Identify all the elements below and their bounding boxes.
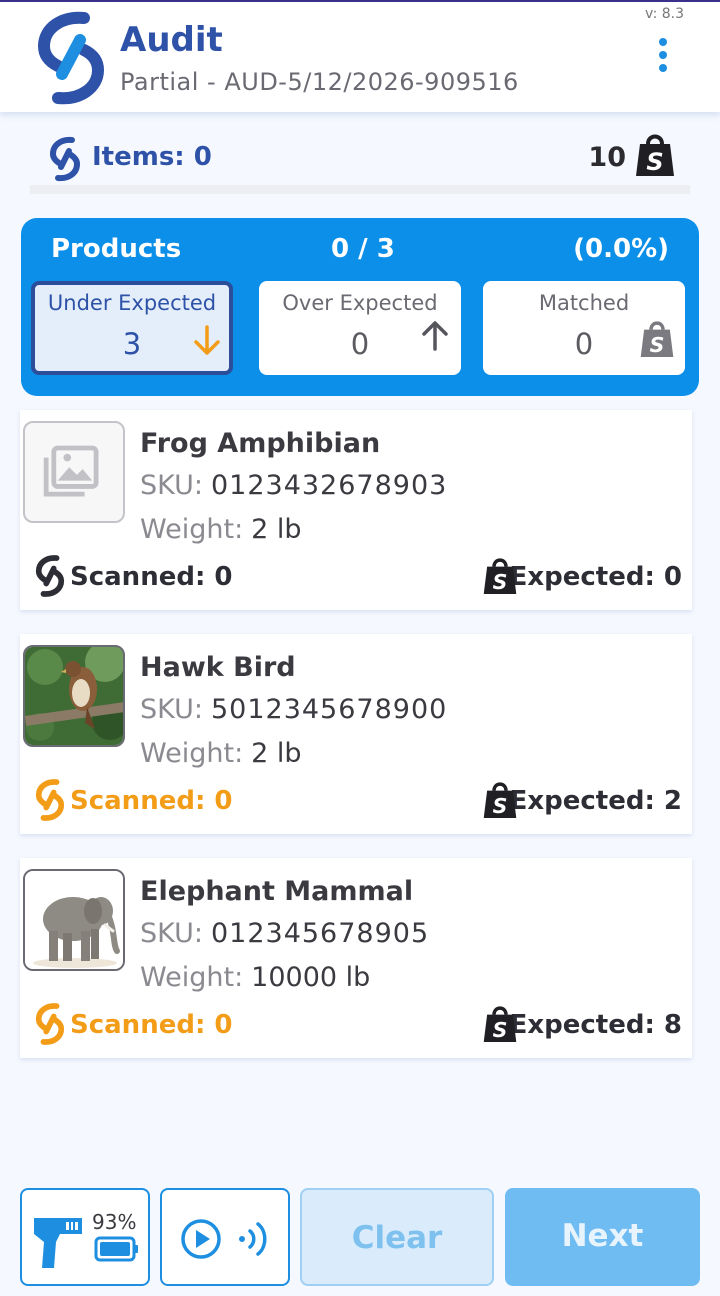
scan-logo-icon	[35, 555, 65, 597]
image-placeholder-icon	[23, 421, 125, 523]
play-circle-icon	[181, 1219, 221, 1259]
scanner-gun-icon	[34, 1218, 82, 1268]
svg-text:S: S	[493, 1018, 508, 1042]
product-card[interactable]: Elephant Mammal SKU: 012345678905 Weight:…	[20, 858, 692, 1058]
shopping-bag-icon: S	[636, 134, 674, 176]
hawk-photo	[23, 645, 125, 747]
audit-subtitle: Partial - AUD-5/12/2026-909516	[120, 68, 519, 96]
product-name: Elephant Mammal	[140, 876, 414, 907]
signal-icon	[239, 1222, 267, 1256]
stat-label: Matched	[538, 291, 630, 315]
clear-button[interactable]: Clear	[300, 1188, 494, 1286]
product-name: Hawk Bird	[140, 652, 296, 683]
product-card[interactable]: Hawk Bird SKU: 5012345678900 Weight: 2 lb …	[20, 634, 692, 834]
products-summary: Products 0 / 3 (0.0%) Under Expected 3 O…	[21, 218, 699, 396]
stat-label: Under Expected	[47, 291, 217, 315]
product-weight: Weight: 10000 lb	[140, 962, 371, 993]
filter-over-expected[interactable]: Over Expected 0	[259, 281, 461, 375]
expected-count: S Expected: 0	[483, 556, 682, 596]
svg-text:S: S	[646, 148, 663, 176]
arrow-up-icon	[422, 321, 448, 351]
product-weight: Weight: 2 lb	[140, 738, 302, 769]
expected-count: S Expected: 2	[483, 780, 682, 820]
items-divider	[30, 185, 690, 194]
summary-percent: (0.0%)	[573, 234, 669, 264]
summary-ratio: 0 / 3	[331, 234, 395, 264]
shopping-bag-icon: S	[483, 558, 517, 594]
product-sku: SKU: 5012345678900	[140, 694, 448, 725]
arrow-down-icon	[194, 325, 220, 355]
product-weight: Weight: 2 lb	[140, 514, 302, 545]
items-label: Items: 0	[92, 142, 212, 172]
items-count: 10	[588, 142, 626, 173]
svg-text:S: S	[493, 570, 508, 594]
product-sku: SKU: 012345678905	[140, 918, 430, 949]
app-logo-icon	[37, 11, 104, 105]
battery-icon	[94, 1236, 138, 1262]
shopping-bag-icon: S	[483, 782, 517, 818]
battery-percent: 93%	[92, 1210, 137, 1234]
next-button[interactable]: Next	[505, 1188, 700, 1286]
scan-logo-icon	[35, 1003, 65, 1045]
page-title: Audit	[120, 20, 223, 60]
filter-under-expected[interactable]: Under Expected 3	[31, 281, 233, 375]
version-label: v: 8.3	[645, 6, 684, 22]
elephant-photo	[23, 869, 125, 971]
next-button-label: Next	[561, 1218, 644, 1254]
expected-count: S Expected: 8	[483, 1004, 682, 1044]
filter-matched[interactable]: Matched 0 S	[483, 281, 685, 375]
product-card[interactable]: Frog Amphibian SKU: 0123432678903 Weight:…	[20, 410, 692, 610]
svg-text:S: S	[650, 333, 665, 357]
scan-logo-icon	[49, 136, 81, 182]
svg-text:S: S	[493, 794, 508, 818]
scanner-button[interactable]: 93%	[20, 1188, 150, 1286]
shopping-bag-icon: S	[640, 321, 674, 357]
product-name: Frog Amphibian	[140, 428, 381, 459]
app-header: Audit Partial - AUD-5/12/2026-909516 v: …	[0, 2, 720, 112]
clear-button-label: Clear	[351, 1220, 443, 1256]
items-bar: Items: 0 10 S	[30, 126, 690, 194]
scan-logo-icon	[35, 779, 65, 821]
kebab-menu-icon[interactable]	[652, 38, 674, 78]
continuous-scan-button[interactable]	[160, 1188, 290, 1286]
shopping-bag-icon: S	[483, 1006, 517, 1042]
summary-title: Products	[51, 234, 182, 264]
stat-label: Over Expected	[282, 291, 438, 315]
product-sku: SKU: 0123432678903	[140, 470, 448, 501]
